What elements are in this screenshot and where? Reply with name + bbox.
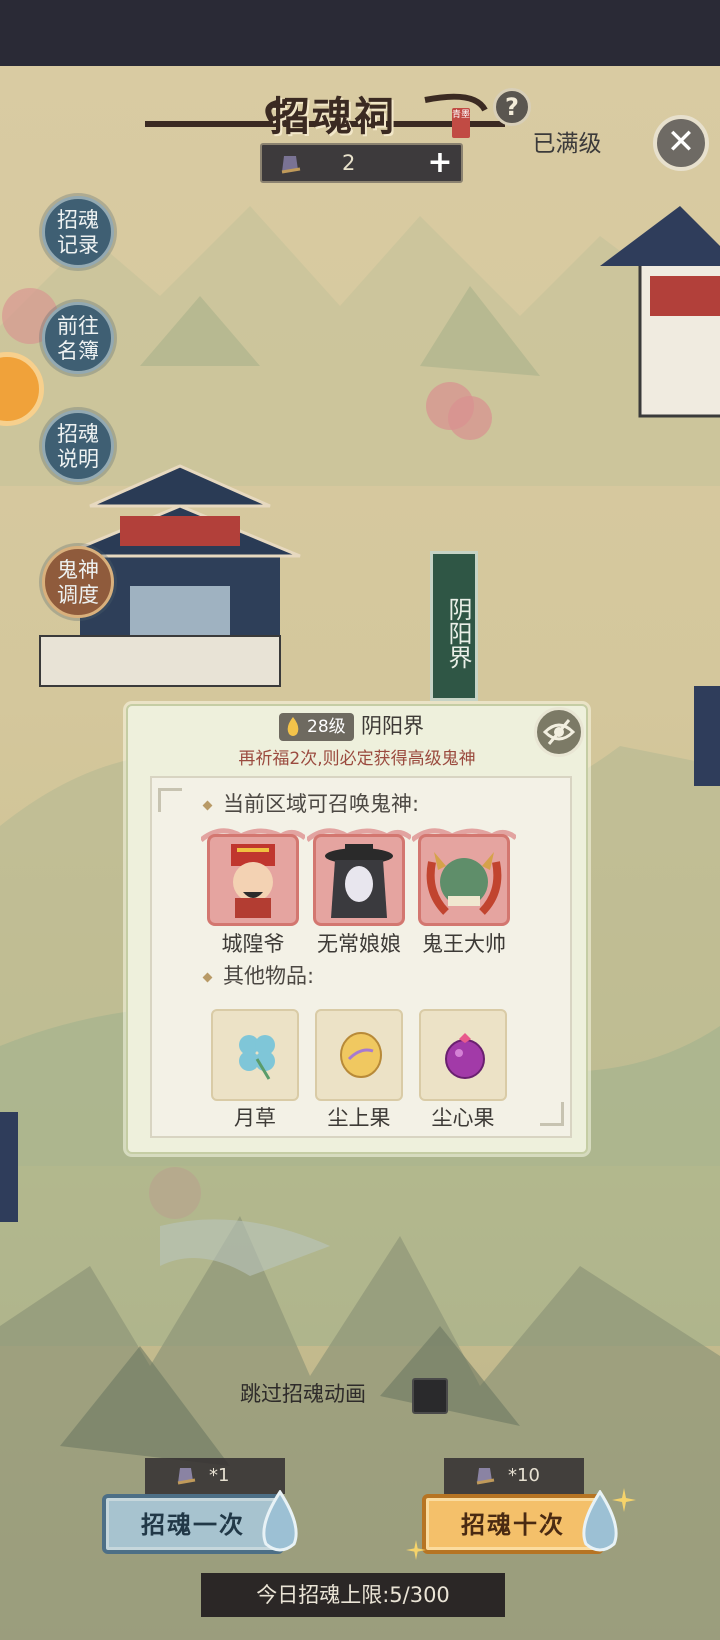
corner-ornament — [540, 1102, 564, 1126]
page-title: 招魂祠 — [270, 93, 396, 140]
max-level-badge: 已满级 — [527, 126, 607, 162]
add-ticket-button[interactable]: + — [425, 148, 455, 179]
god-card-city-god[interactable] — [201, 824, 305, 932]
god-card-wuchang-lady[interactable] — [307, 824, 411, 932]
close-button[interactable]: ✕ — [653, 115, 709, 171]
region-sign[interactable]: 阴阳界 — [430, 551, 478, 701]
daily-summon-limit: 今日招魂上限:5/300 — [201, 1573, 505, 1617]
god-card-ghost-king[interactable] — [412, 824, 516, 932]
bell-icon — [281, 156, 301, 174]
golden-fruit-icon — [340, 1032, 382, 1078]
sparkle-icon — [612, 1488, 636, 1512]
item-card-moon-grass[interactable] — [211, 1009, 299, 1101]
flame-icon — [287, 717, 299, 736]
spirit-dispatch-label: 鬼神 调度 — [57, 558, 99, 607]
summon-info-button[interactable]: 招魂 说明 — [42, 410, 114, 482]
panel-title: 阴阳界 — [361, 714, 424, 738]
summon-record-label: 招魂 记录 — [57, 208, 99, 257]
other-items-heading: 其他物品: — [202, 960, 315, 990]
clover-icon — [239, 1035, 275, 1080]
question-icon: ? — [505, 93, 519, 121]
summonable-gods-heading: 当前区域可召唤鬼神: — [202, 788, 420, 818]
diamond-bullet-icon — [202, 800, 213, 810]
summon-one-cost-value: *1 — [209, 1465, 230, 1486]
summon-once-button[interactable]: 招魂一次 — [102, 1494, 284, 1554]
item-name: 尘心果 — [431, 1106, 495, 1130]
summon-ten-button[interactable]: 招魂十次 — [422, 1494, 604, 1554]
item-name: 月草 — [234, 1106, 276, 1130]
item-card-golden-fruit[interactable] — [315, 1009, 403, 1101]
wuchang-lady-portrait — [325, 844, 393, 918]
ghost-king-portrait — [426, 852, 502, 915]
purple-fruit-icon — [445, 1033, 485, 1079]
corner-ornament — [158, 788, 182, 812]
status-bar — [0, 0, 720, 66]
level-value: 28级 — [307, 717, 346, 737]
god-name: 鬼王大帅 — [422, 932, 506, 956]
sparkle-icon — [406, 1540, 426, 1560]
summon-ticket-counter: 2 + — [260, 143, 463, 183]
summon-ten-cost-value: *10 — [508, 1465, 540, 1486]
eye-slash-icon — [542, 719, 576, 745]
city-god-portrait — [231, 844, 275, 918]
summonable-gods-label: 当前区域可召唤鬼神: — [223, 792, 420, 816]
help-button[interactable]: ? — [493, 88, 531, 126]
go-to-roster-label: 前往 名簿 — [57, 314, 99, 363]
soul-flame-icon — [262, 1490, 298, 1552]
summon-one-cost: *1 — [145, 1458, 285, 1494]
bell-icon — [177, 1468, 196, 1485]
summon-record-button[interactable]: 招魂 记录 — [42, 196, 114, 268]
summon-info-label: 招魂 说明 — [57, 422, 99, 471]
spirit-dispatch-button[interactable]: 鬼神 调度 — [42, 546, 114, 618]
other-items-label: 其他物品: — [223, 964, 315, 988]
item-card-purple-fruit[interactable] — [419, 1009, 507, 1101]
summon-ten-cost: *10 — [444, 1458, 584, 1494]
god-name: 无常娘娘 — [317, 932, 401, 956]
item-name: 尘上果 — [327, 1106, 391, 1130]
ticket-count: 2 — [342, 151, 356, 175]
title-seal: 青墨 — [452, 108, 470, 138]
go-to-roster-button[interactable]: 前往 名簿 — [42, 302, 114, 374]
god-name: 城隍爷 — [221, 932, 285, 956]
panel-subtitle: 再祈福2次,则必定获得高级鬼神 — [238, 749, 476, 769]
bell-icon — [476, 1468, 495, 1485]
close-icon: ✕ — [666, 122, 696, 162]
skip-animation-label: 跳过招魂动画 — [240, 1382, 366, 1406]
level-badge: 28级 — [279, 713, 354, 741]
hide-panel-button[interactable] — [534, 707, 584, 757]
diamond-bullet-icon — [202, 972, 213, 982]
skip-animation-checkbox[interactable] — [412, 1378, 448, 1414]
